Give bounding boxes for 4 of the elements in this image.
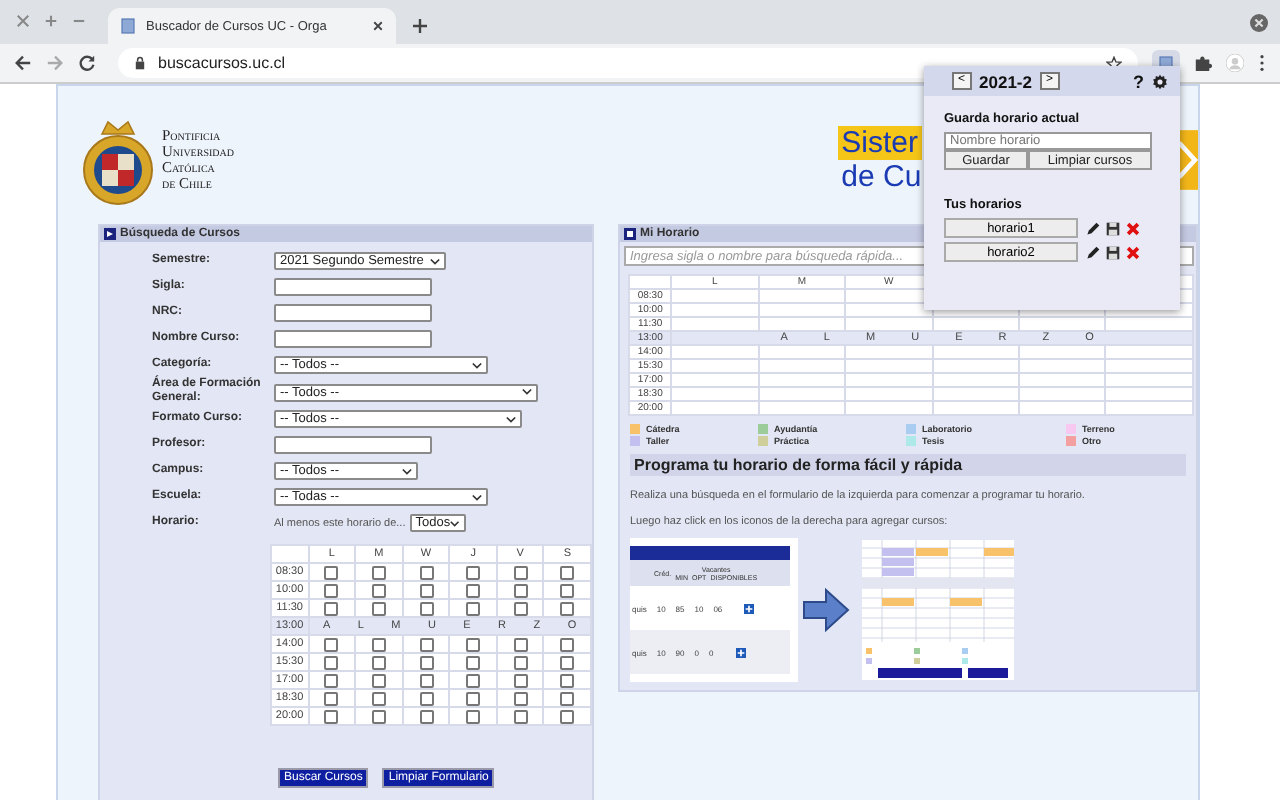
help-icon[interactable]: ? [1133,71,1144,91]
banner-title: Sister [837,126,922,160]
section-heading: Programa tu horario de forma fácil y rápida [630,454,1186,476]
banner-subtitle: de Cu [839,160,922,194]
